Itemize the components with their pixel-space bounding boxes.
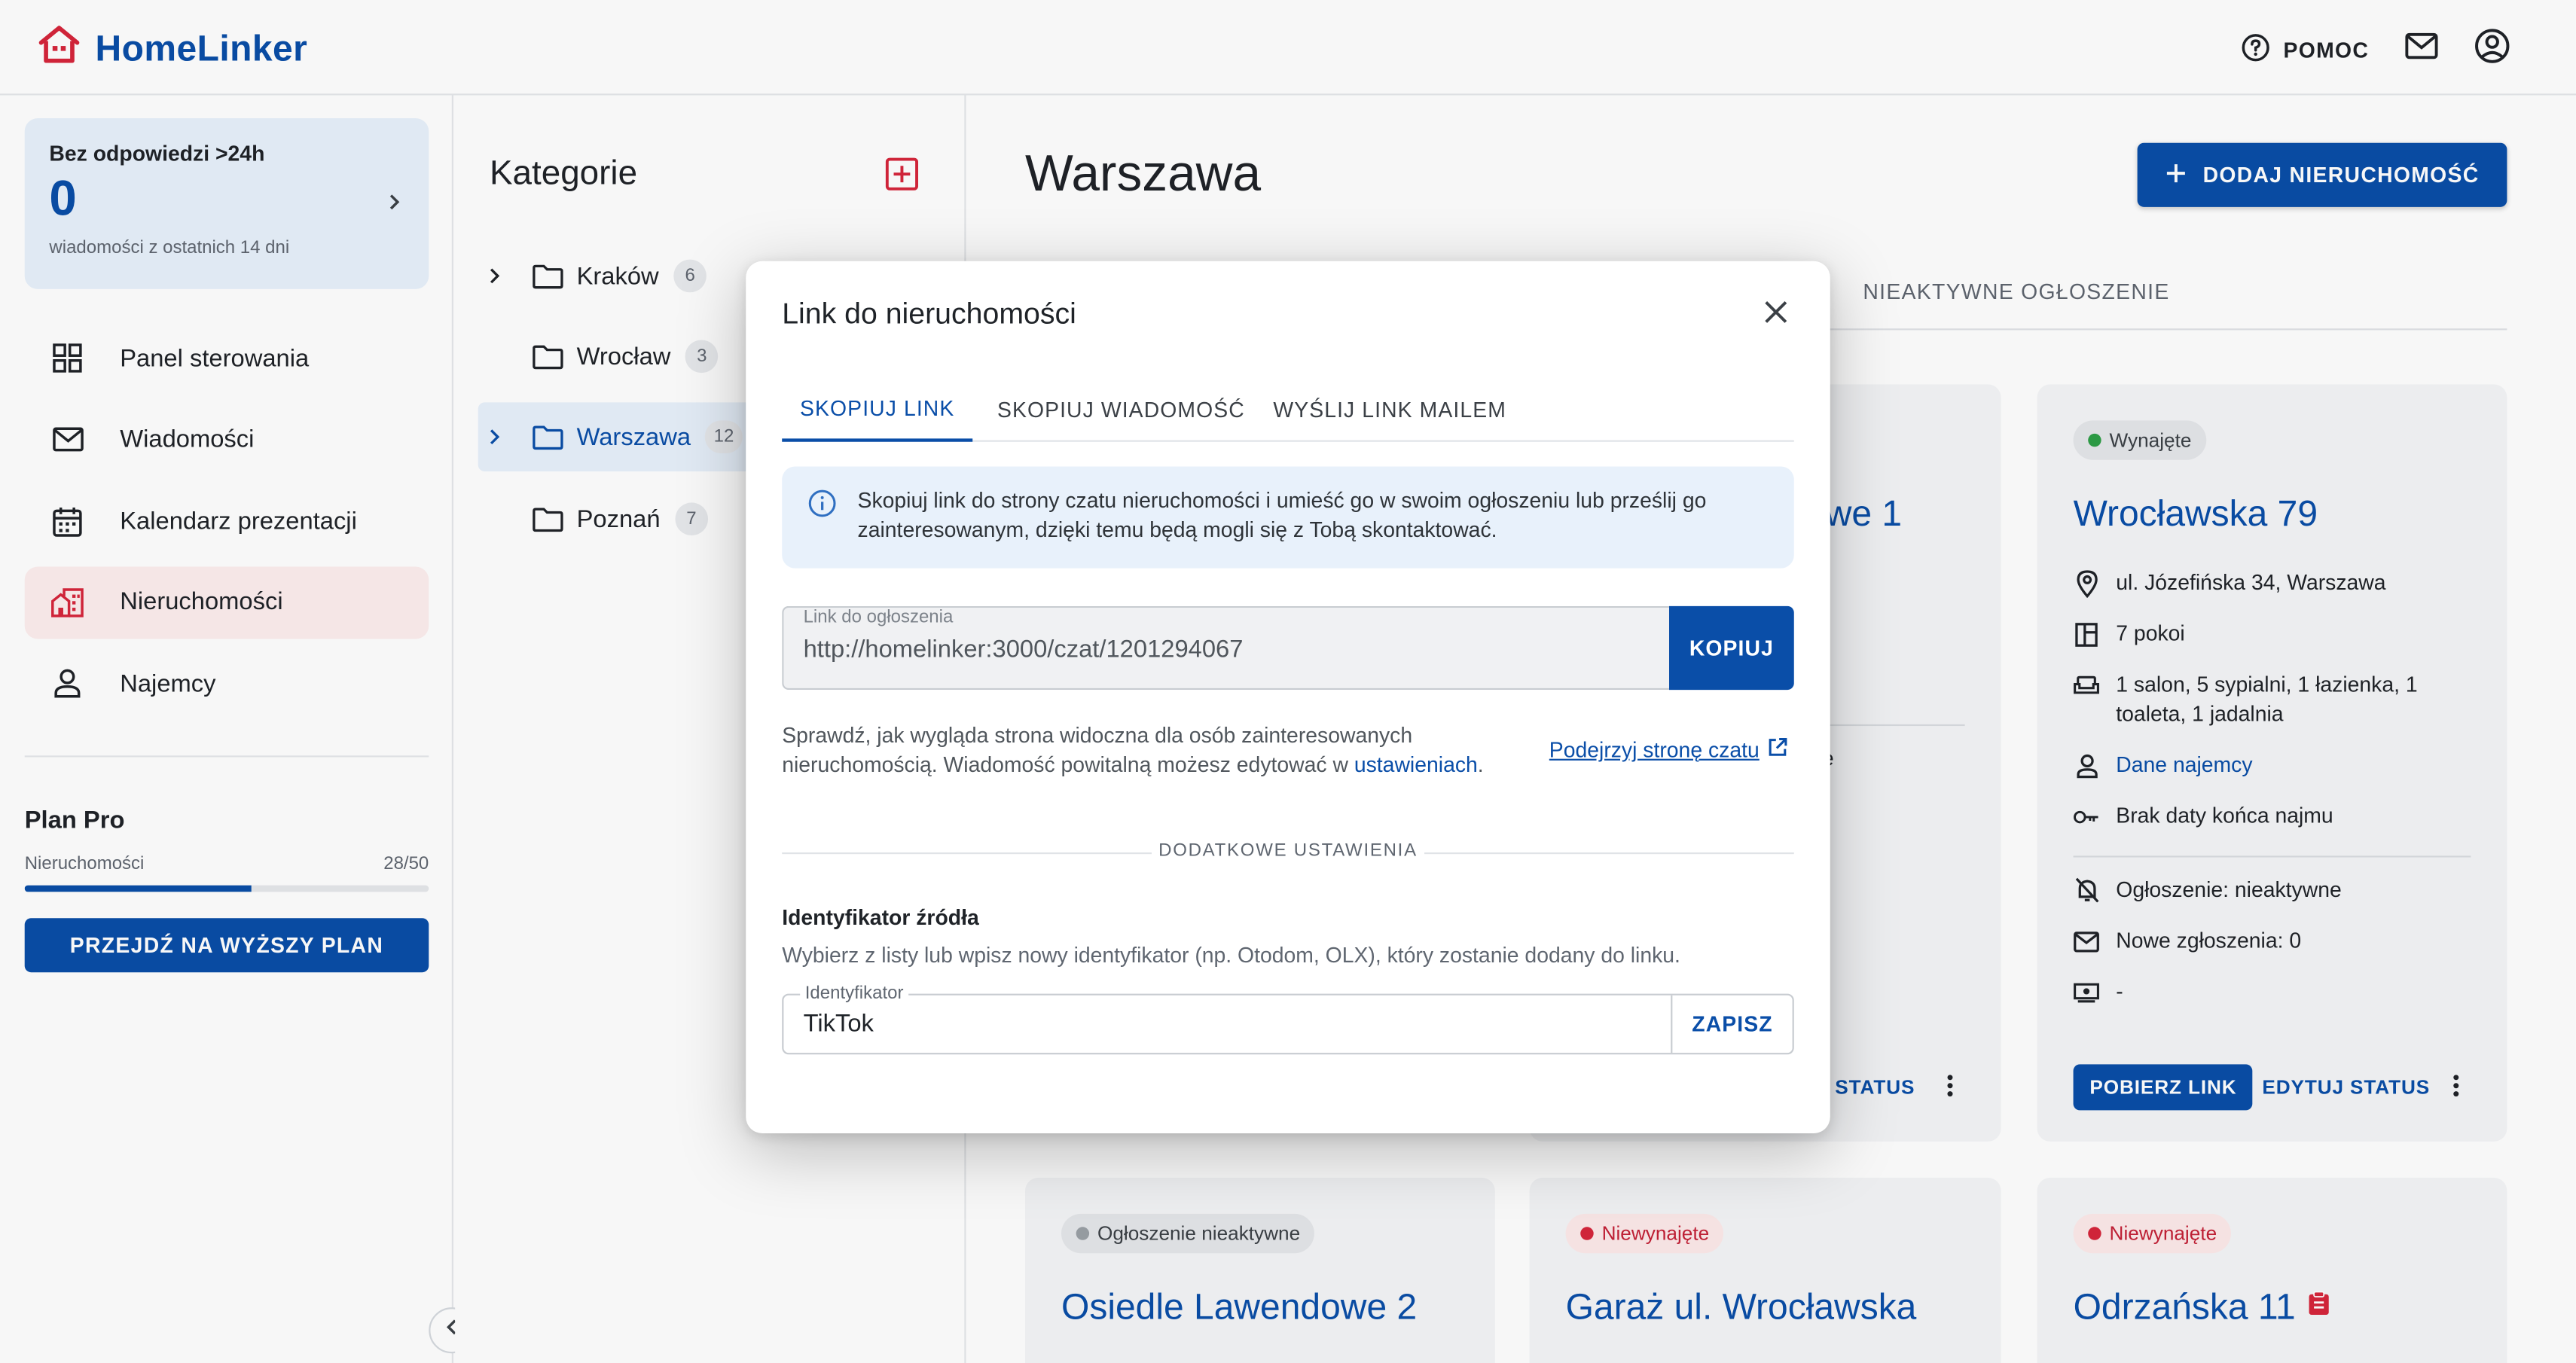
source-id-label: Identyfikator bbox=[800, 983, 908, 1004]
link-input-label: Link do ogłoszenia bbox=[803, 608, 954, 628]
preview-chat-link[interactable]: Podejrzyj stronę czatu bbox=[1549, 737, 1787, 762]
source-id-description: Wybierz z listy lub wpisz nowy identyfik… bbox=[782, 942, 1680, 968]
preview-hint: Sprawdź, jak wygląda strona widoczna dla… bbox=[782, 721, 1521, 781]
tab-send-link-email[interactable]: WYŚLIJ LINK MAILEM bbox=[1273, 376, 1506, 441]
dialog-tabs: SKOPIUJ LINK SKOPIUJ WIADOMOŚĆ WYŚLIJ LI… bbox=[782, 376, 1794, 442]
open-external-icon bbox=[1768, 737, 1787, 762]
save-button[interactable]: ZAPISZ bbox=[1671, 995, 1792, 1054]
hint-text: Sprawdź, jak wygląda strona widoczna dla… bbox=[782, 722, 1413, 777]
info-alert: Skopiuj link do strony czatu nieruchomoś… bbox=[782, 466, 1794, 569]
info-icon bbox=[808, 489, 836, 526]
tab-copy-message[interactable]: SKOPIUJ WIADOMOŚĆ bbox=[997, 376, 1245, 441]
dialog-title: Link do nieruchomości bbox=[782, 297, 1076, 331]
link-input-value: http://homelinker:3000/czat/1201294067 bbox=[803, 636, 1244, 664]
source-id-input[interactable]: TikTok bbox=[804, 1010, 874, 1038]
link-input[interactable]: Link do ogłoszenia http://homelinker:300… bbox=[782, 605, 1670, 691]
source-id-field: Identyfikator TikTok ZAPISZ bbox=[782, 983, 1794, 1055]
property-link-dialog: Link do nieruchomości SKOPIUJ LINK SKOPI… bbox=[746, 261, 1830, 1133]
section-divider-label: DODATKOWE USTAWIENIA bbox=[1158, 840, 1418, 861]
tab-copy-link[interactable]: SKOPIUJ LINK bbox=[782, 376, 973, 442]
copy-link-button[interactable]: KOPIUJ bbox=[1669, 605, 1794, 691]
hint-period: . bbox=[1477, 752, 1484, 777]
section-divider: DODATKOWE USTAWIENIA bbox=[782, 840, 1794, 866]
source-id-title: Identyfikator źródła bbox=[782, 904, 979, 930]
close-icon[interactable] bbox=[1765, 300, 1788, 331]
preview-chat-label: Podejrzyj stronę czatu bbox=[1549, 737, 1760, 763]
link-field: Link do ogłoszenia http://homelinker:300… bbox=[782, 605, 1794, 691]
info-text: Skopiuj link do strony czatu nieruchomoś… bbox=[857, 487, 1707, 542]
settings-link[interactable]: ustawieniach bbox=[1354, 752, 1478, 777]
